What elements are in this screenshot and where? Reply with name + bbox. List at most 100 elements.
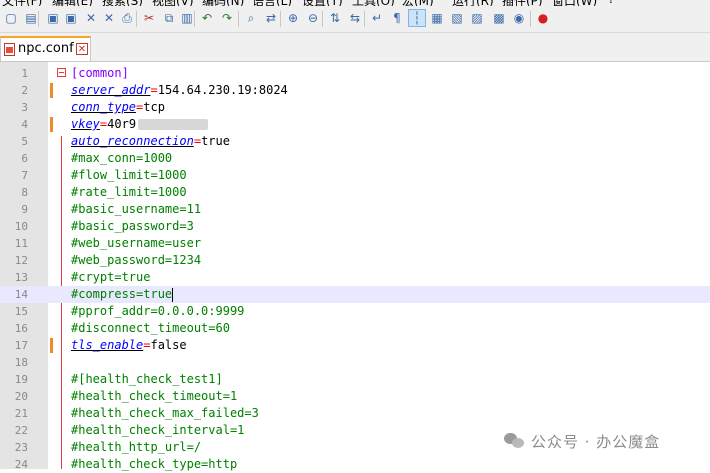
line-number: 12 xyxy=(14,254,28,267)
code-line[interactable]: 18 xyxy=(0,354,710,371)
code-line[interactable]: 7 #flow_limit=1000 xyxy=(0,167,710,184)
code-line[interactable]: 11 #web_username=user xyxy=(0,235,710,252)
copy-icon[interactable]: ⧉ xyxy=(160,9,178,27)
code-line[interactable]: 24 #health_check_type=http xyxy=(0,456,710,473)
doc-map-icon[interactable]: ▧ xyxy=(448,9,466,27)
paste-icon[interactable]: ▥ xyxy=(178,9,196,27)
line-text: conn_type=tcp xyxy=(71,99,165,116)
word-wrap-icon[interactable]: ↵ xyxy=(368,9,386,27)
config-key: vkey xyxy=(71,117,100,131)
tab-label: npc.conf xyxy=(18,41,74,56)
line-number: 8 xyxy=(21,186,28,199)
code-line[interactable]: 14 #compress=true xyxy=(0,286,710,303)
line-number: 9 xyxy=(21,203,28,216)
line-number: 24 xyxy=(14,458,28,471)
config-key: tls_enable xyxy=(71,338,144,352)
comment-text: #basic_username=11 xyxy=(71,202,202,216)
redo-icon[interactable]: ↷ xyxy=(218,9,236,27)
undo-icon[interactable]: ↶ xyxy=(198,9,216,27)
zoom-out-icon[interactable]: ⊖ xyxy=(304,9,322,27)
replace-icon[interactable]: ⇄ xyxy=(262,9,280,27)
code-line[interactable]: 13 #crypt=true xyxy=(0,269,710,286)
toolbar: ▢ ▤ ▣ ▣ ✕ ✕ ⎙ ✂ ⧉ ▥ ↶ ↷ ⌕ ⇄ ⊕ ⊖ ⇅ ⇆ ↵ ¶ ┆ ▦ ▧ ▨ ▩ ◉ ● xyxy=(0,6,710,33)
line-text: #rate_limit=1000 xyxy=(71,184,187,201)
code-line[interactable]: 5 auto_reconnection=true xyxy=(0,133,710,150)
equals-sign: = xyxy=(150,83,158,97)
language-icon[interactable]: ▦ xyxy=(428,9,446,27)
line-text: #health_check_timeout=1 xyxy=(71,388,237,405)
line-text: #compress=true xyxy=(71,286,174,303)
save-all-icon[interactable]: ▣ xyxy=(62,9,80,27)
line-number: 19 xyxy=(14,373,28,386)
monitor-icon[interactable]: ◉ xyxy=(510,9,528,27)
comment-text: #[health_check_test1] xyxy=(71,372,223,386)
folder-workspace-icon[interactable]: ▩ xyxy=(490,9,508,27)
toolbar-separator xyxy=(238,11,239,27)
config-value: 154.64.230.19:8024 xyxy=(157,83,288,97)
code-line[interactable]: 16 #disconnect_timeout=60 xyxy=(0,320,710,337)
sync-vertical-icon[interactable]: ⇅ xyxy=(326,9,344,27)
sync-horizontal-icon[interactable]: ⇆ xyxy=(346,9,364,27)
line-number: 5 xyxy=(21,135,28,148)
code-line[interactable]: 10 #basic_password=3 xyxy=(0,218,710,235)
code-line[interactable]: 21 #health_check_max_failed=3 xyxy=(0,405,710,422)
open-file-icon[interactable]: ▤ xyxy=(22,9,40,27)
line-text: #health_check_interval=1 xyxy=(71,422,244,439)
line-number: 18 xyxy=(14,356,28,369)
zoom-in-icon[interactable]: ⊕ xyxy=(284,9,302,27)
watermark-text: 公众号 · 办公魔盒 xyxy=(531,432,661,451)
line-number: 17 xyxy=(14,339,28,352)
line-text: #web_username=user xyxy=(71,235,201,252)
tab-close-icon[interactable]: ✕ xyxy=(76,43,88,55)
line-number: 21 xyxy=(14,407,28,420)
line-number: 2 xyxy=(21,84,28,97)
comment-text: #crypt=true xyxy=(71,270,151,284)
code-line[interactable]: 1 [common] xyxy=(0,65,710,82)
line-number: 13 xyxy=(14,271,28,284)
close-icon[interactable]: ✕ xyxy=(82,9,100,27)
indent-guide-icon[interactable]: ┆ xyxy=(408,9,426,27)
code-line[interactable]: 17 tls_enable=false xyxy=(0,337,710,354)
line-number: 14 xyxy=(14,288,28,301)
config-key: server_addr xyxy=(71,83,151,97)
line-text: #basic_username=11 xyxy=(71,201,201,218)
code-line[interactable]: 20 #health_check_timeout=1 xyxy=(0,388,710,405)
code-line[interactable]: 8 #rate_limit=1000 xyxy=(0,184,710,201)
line-text: #[health_check_test1] xyxy=(71,371,223,388)
print-icon[interactable]: ⎙ xyxy=(118,9,136,27)
code-line[interactable]: 4 vkey=40r9 xyxy=(0,116,710,133)
new-file-icon[interactable]: ▢ xyxy=(2,9,20,27)
find-icon[interactable]: ⌕ xyxy=(242,9,260,27)
tab-npc-conf[interactable]: npc.conf ✕ xyxy=(0,36,91,61)
line-text: #flow_limit=1000 xyxy=(71,167,187,184)
wechat-icon xyxy=(504,433,524,449)
cut-icon[interactable]: ✂ xyxy=(140,9,158,27)
close-all-icon[interactable]: ✕ xyxy=(100,9,118,27)
line-text: [common] xyxy=(71,65,129,82)
comment-text: #health_check_timeout=1 xyxy=(71,389,238,403)
line-number: 1 xyxy=(21,67,28,80)
record-macro-icon[interactable]: ● xyxy=(534,9,552,27)
tab-bar: npc.conf ✕ xyxy=(0,33,710,62)
line-text: #pprof_addr=0.0.0.0:9999 xyxy=(71,303,244,320)
code-line[interactable]: 15 #pprof_addr=0.0.0.0:9999 xyxy=(0,303,710,320)
code-line[interactable]: 6 #max_conn=1000 xyxy=(0,150,710,167)
comment-text: #web_password=1234 xyxy=(71,253,202,267)
line-text: #health_http_url=/ xyxy=(71,439,201,456)
line-text: #basic_password=3 xyxy=(71,218,194,235)
save-icon[interactable]: ▣ xyxy=(44,9,62,27)
code-line[interactable]: 9 #basic_username=11 xyxy=(0,201,710,218)
code-line[interactable]: 12 #web_password=1234 xyxy=(0,252,710,269)
editor[interactable]: 1 [common] 2 server_addr=154.64.230.19:8024… xyxy=(0,62,710,471)
code-line[interactable]: 19 #[health_check_test1] xyxy=(0,371,710,388)
line-text: #crypt=true xyxy=(71,269,150,286)
function-list-icon[interactable]: ▨ xyxy=(468,9,486,27)
fold-toggle-icon[interactable] xyxy=(57,68,66,77)
show-all-chars-icon[interactable]: ¶ xyxy=(388,9,406,27)
line-text: tls_enable=false xyxy=(71,337,187,354)
toolbar-separator xyxy=(322,11,323,27)
comment-text: #web_username=user xyxy=(71,236,202,250)
redacted-blur xyxy=(138,119,209,130)
code-line[interactable]: 2 server_addr=154.64.230.19:8024 xyxy=(0,82,710,99)
code-line[interactable]: 3 conn_type=tcp xyxy=(0,99,710,116)
